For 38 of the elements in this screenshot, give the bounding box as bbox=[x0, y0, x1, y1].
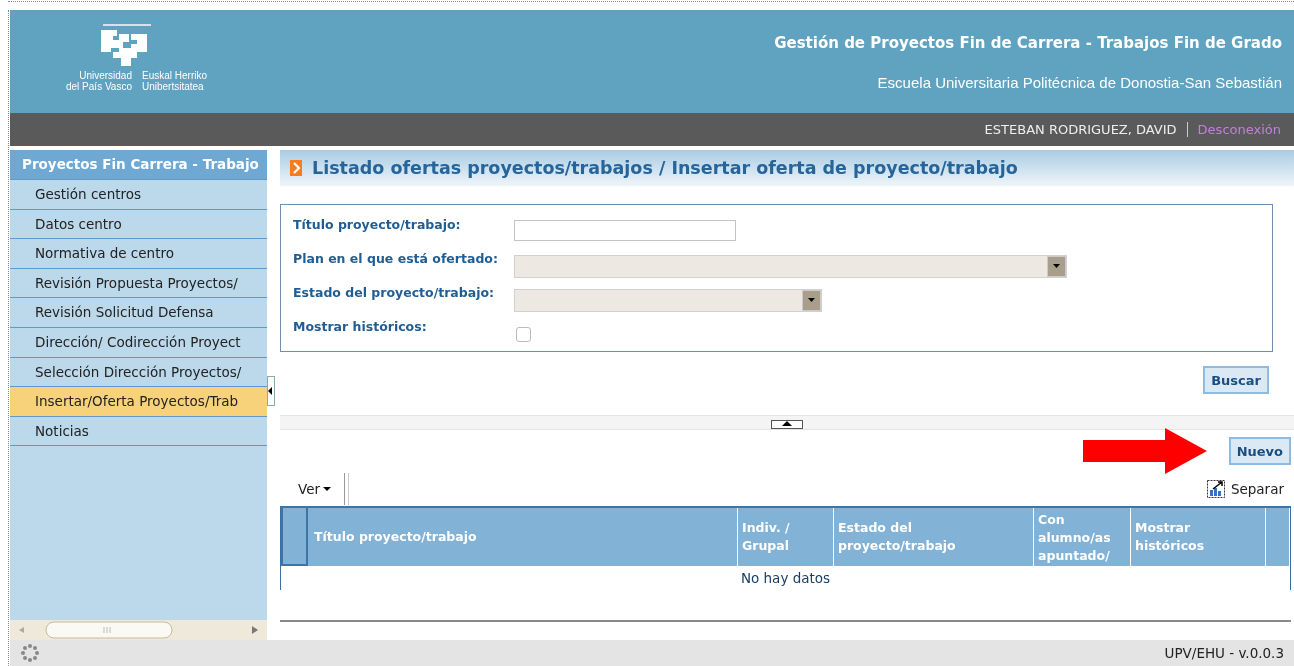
sidebar-item[interactable]: Normativa de centro bbox=[10, 239, 267, 269]
empty-message: No hay datos bbox=[739, 569, 832, 588]
search-button[interactable]: Buscar bbox=[1203, 366, 1269, 394]
caret-icon bbox=[1053, 264, 1060, 268]
caret-icon bbox=[782, 421, 792, 426]
caret-icon bbox=[808, 298, 815, 302]
collapse-toggle[interactable] bbox=[267, 376, 275, 406]
sidebar-item[interactable]: Noticias bbox=[10, 416, 267, 447]
detach-button[interactable]: Separar bbox=[1206, 480, 1284, 498]
sidebar-item[interactable]: Insertar/Oferta Proyectos/Trab bbox=[10, 387, 267, 417]
checkbox[interactable] bbox=[516, 326, 531, 342]
field-label: Plan en el que está ofertado: bbox=[293, 250, 499, 266]
field-label: Título proyecto/trabajo: bbox=[293, 216, 462, 232]
version-text: UPV/EHU - v.0.0.3 bbox=[1164, 645, 1284, 661]
user-name: ESTEBAN RODRIGUEZ, DAVID bbox=[984, 122, 1188, 137]
field-label: Mostrar históricos: bbox=[293, 318, 428, 334]
sidebar-item[interactable]: Revisión Propuesta Proyectos/ bbox=[10, 268, 267, 299]
app-title: Gestión de Proyectos Fin de Carrera - Trabajos Fin de Grado bbox=[774, 34, 1282, 52]
school-name: Escuela Universitaria Politécnica de Donostia-San Sebastián bbox=[876, 74, 1282, 91]
chart-icon bbox=[1206, 480, 1225, 498]
scrollbar-drawing[interactable] bbox=[10, 620, 267, 640]
new-button[interactable]: Nuevo bbox=[1228, 437, 1291, 465]
page-title: Listado ofertas proyectos/trabajos / Insertar oferta de proyecto/trabajo bbox=[312, 158, 1018, 178]
sidebar-item[interactable]: Datos centro bbox=[10, 209, 267, 240]
sidebar-title: Proyectos Fin Carrera - Trabajo bbox=[10, 150, 267, 180]
arrow-icon bbox=[1082, 428, 1207, 474]
input-field[interactable] bbox=[514, 219, 736, 241]
view-menu[interactable]: Ver bbox=[280, 481, 344, 497]
logo-text: Universidad del País Vasco bbox=[66, 70, 132, 92]
caret-icon bbox=[323, 487, 332, 491]
sidebar-item[interactable]: Gestión centros bbox=[10, 180, 267, 210]
sidebar-item[interactable]: Dirección/ Codirección Proyect bbox=[10, 327, 267, 358]
field-label: Estado del proyecto/trabajo: bbox=[293, 284, 496, 300]
spinner-icon bbox=[20, 643, 40, 663]
sidebar-item[interactable]: Revisión Solicitud Defensa bbox=[10, 298, 267, 328]
collapse-toggle[interactable] bbox=[771, 420, 803, 429]
chevron-icon bbox=[290, 160, 302, 176]
logo-text: Euskal Herriko Unibertsitatea bbox=[141, 70, 207, 92]
